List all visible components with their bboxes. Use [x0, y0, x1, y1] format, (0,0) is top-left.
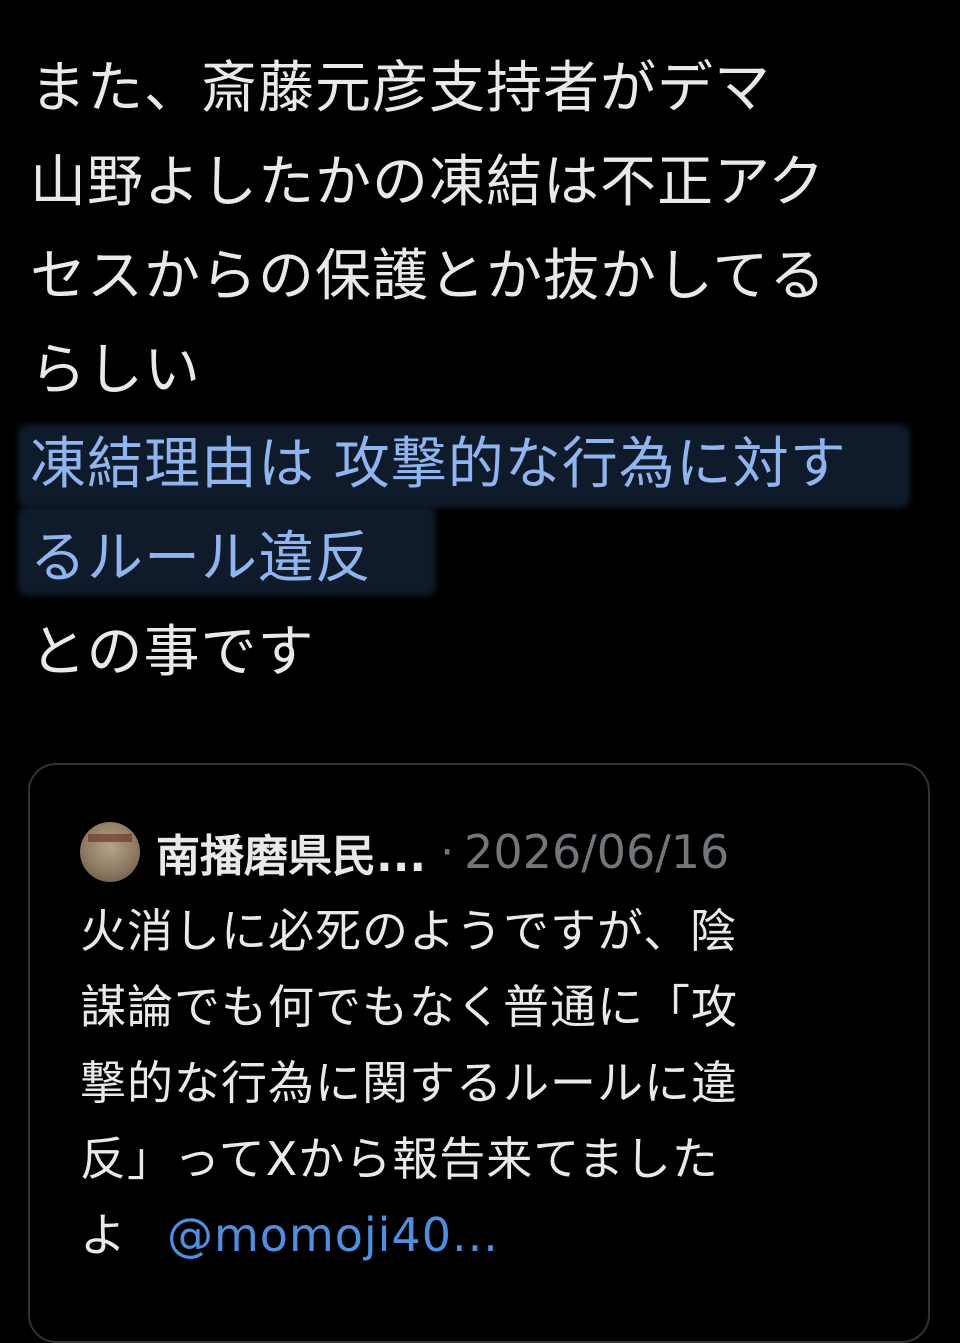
quoted-post-card[interactable]: 南播磨県民... · 2026/06/16 火消しに必死のようですが、陰 謀論で… — [28, 763, 930, 1343]
post-text-line: 山野よしたかの凍結は不正アク — [30, 150, 826, 215]
quoted-post-date[interactable]: 2026/06/16 — [464, 825, 729, 879]
cut-off-action-row — [28, 1302, 930, 1324]
highlighted-text-line: 凍結理由は 攻撃的な行為に対す — [30, 432, 847, 497]
highlighted-text-line: るルール違反 — [30, 526, 372, 591]
quoted-text-fragment: よ — [80, 1208, 127, 1262]
post-text-line: との事です — [30, 620, 315, 685]
post-text-line: セスからの保護とか抜かしてる — [30, 244, 827, 309]
quoted-author-name[interactable]: 南播磨県民... — [156, 820, 426, 884]
selected-text[interactable]: 凍結理由は 攻撃的な行為に対す るルール違反 — [18, 418, 930, 606]
quoted-text-line: 反」ってXから報告来てました — [80, 1132, 719, 1186]
post-body: また、斎藤元彦支持者がデマ 山野よしたかの凍結は不正アク セスからの保護とか抜か… — [18, 42, 930, 700]
quoted-text-line: よ @momoji40... — [80, 1197, 900, 1273]
mention-link[interactable]: @momoji40... — [167, 1208, 499, 1262]
quoted-text-line: 撃的な行為に関するルールに違 — [80, 1056, 738, 1110]
quoted-text-line: 火消しに必死のようですが、陰 — [80, 904, 738, 958]
post-text-line: また、斎藤元彦支持者がデマ — [30, 56, 771, 121]
quoted-post-text: 火消しに必死のようですが、陰 謀論でも何でもなく普通に「攻 撃的な行為に関するル… — [80, 893, 900, 1273]
avatar[interactable] — [80, 822, 140, 882]
post-text-line: らしい — [30, 338, 201, 403]
quoted-text-line: 謀論でも何でもなく普通に「攻 — [80, 980, 738, 1034]
separator-dot: · — [440, 826, 455, 878]
quoted-post-header: 南播磨県民... · 2026/06/16 — [80, 817, 729, 887]
